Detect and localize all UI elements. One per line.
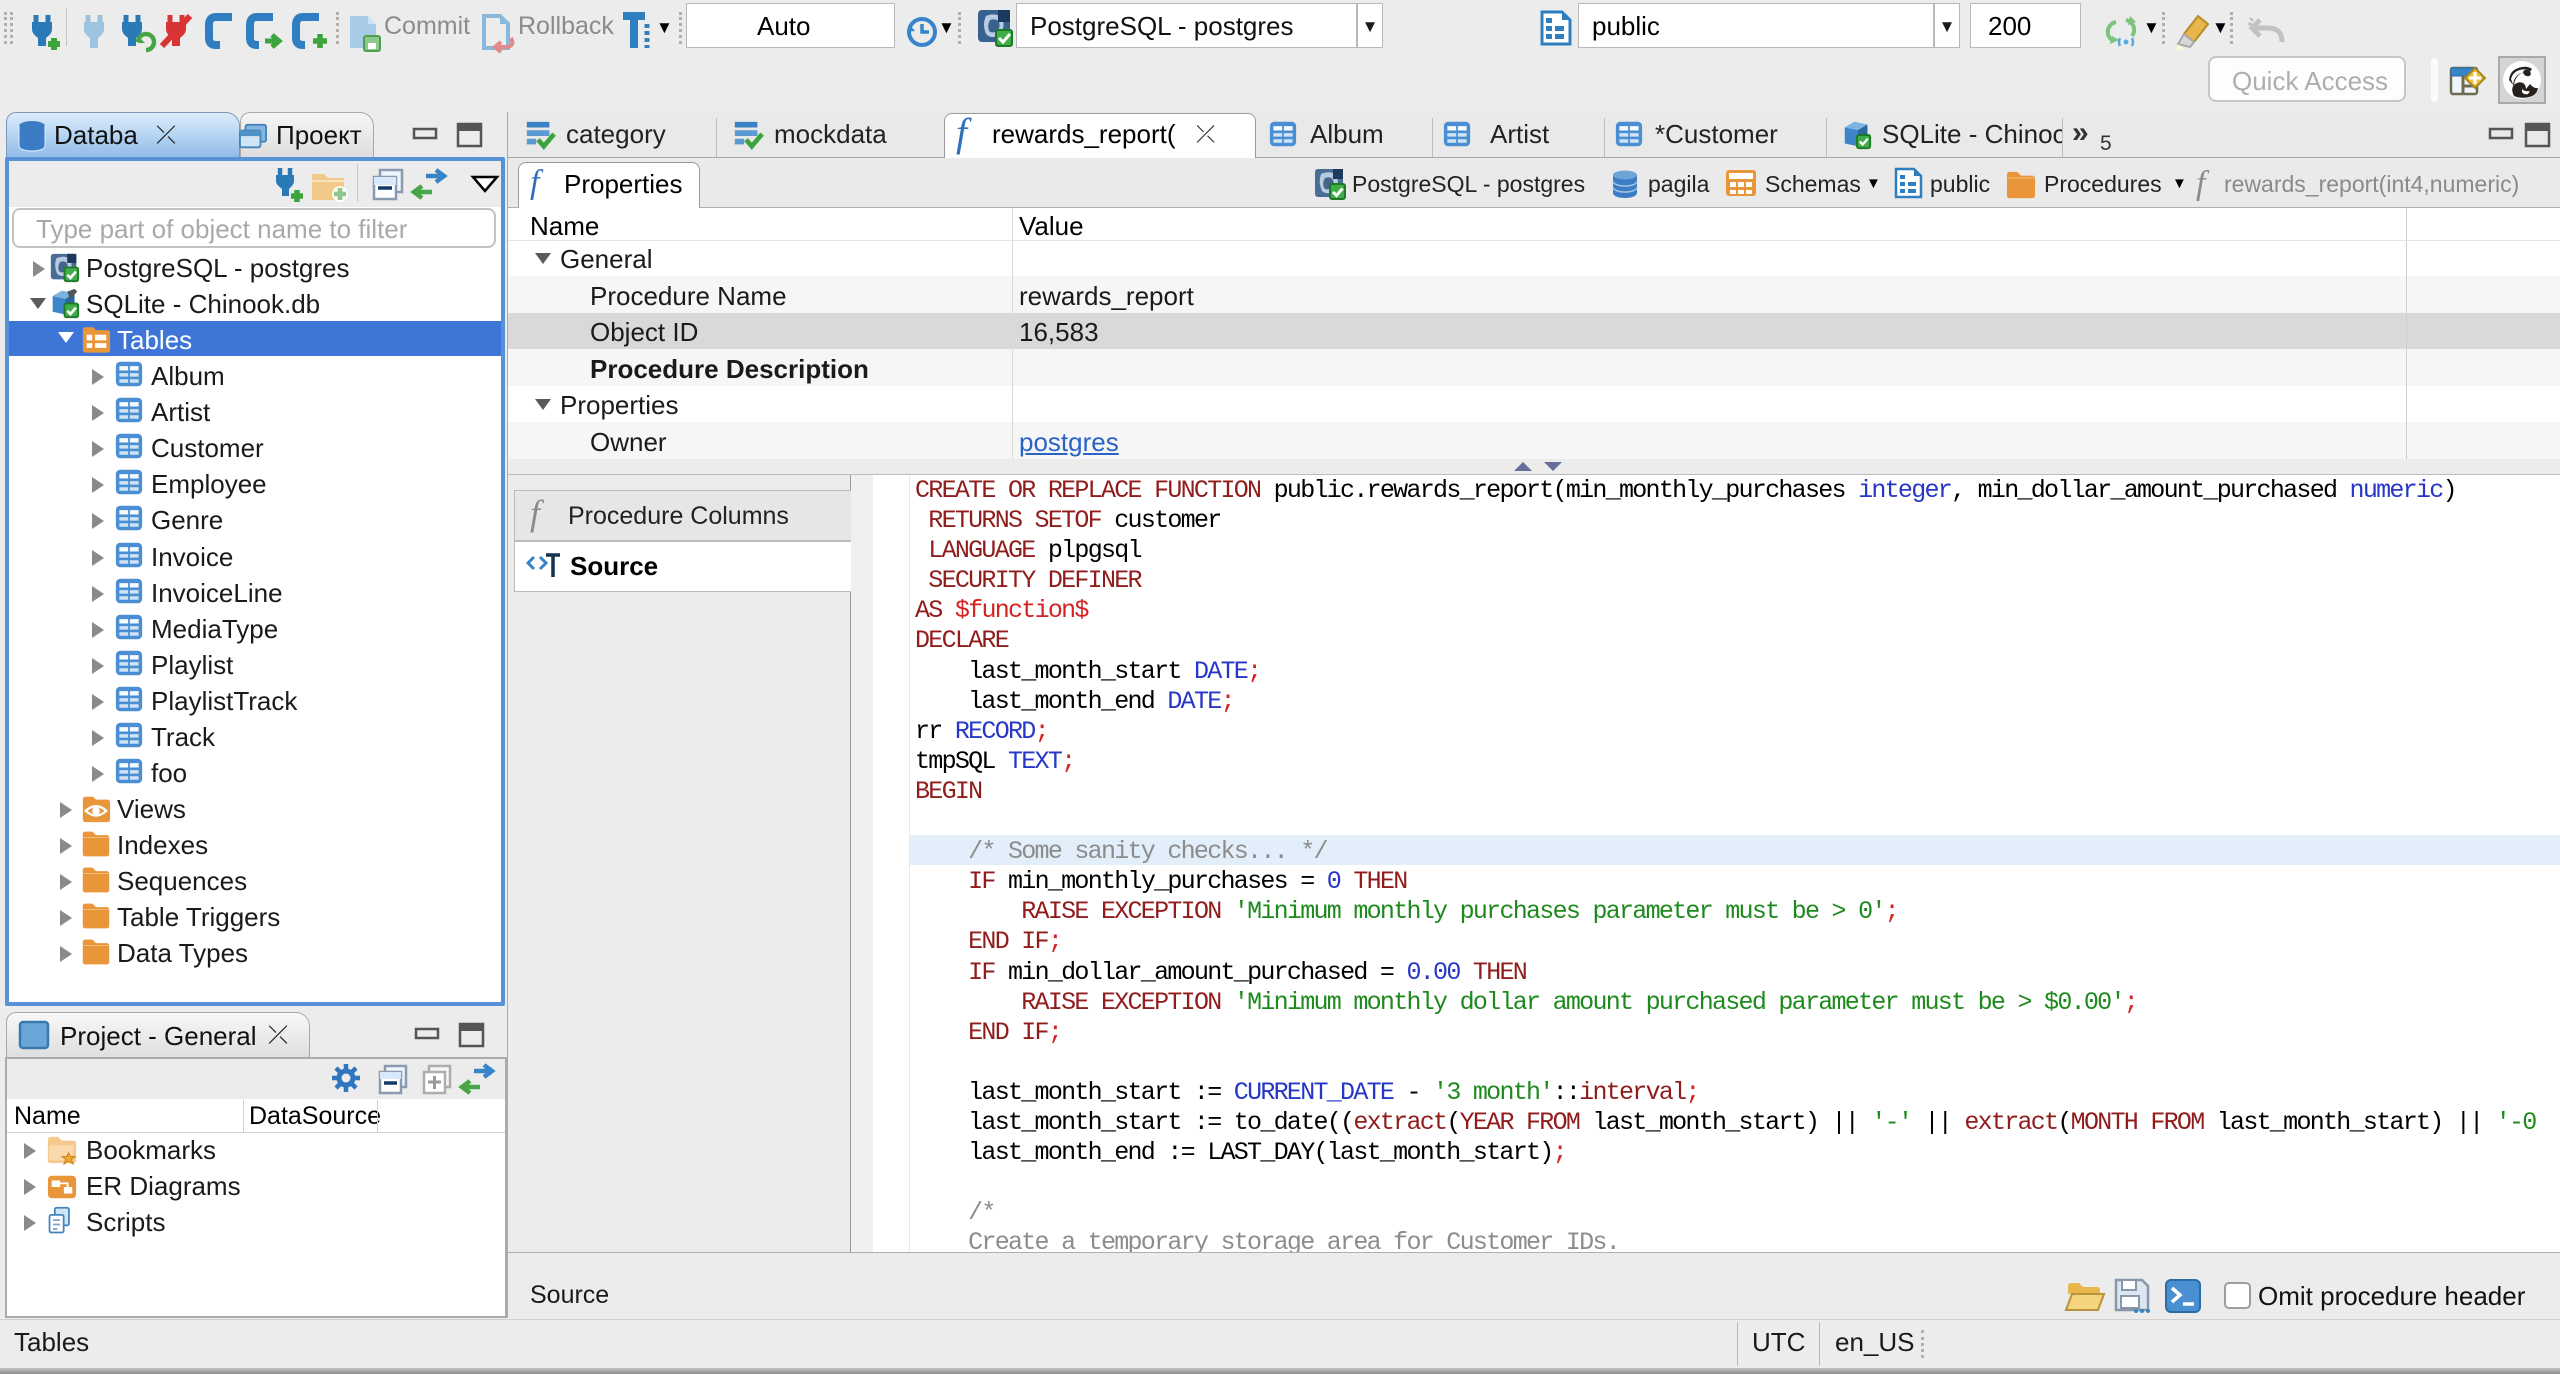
svg-text:f: f [530, 164, 544, 201]
svg-text:f: f [2196, 165, 2210, 202]
svg-text:f: f [530, 493, 545, 533]
